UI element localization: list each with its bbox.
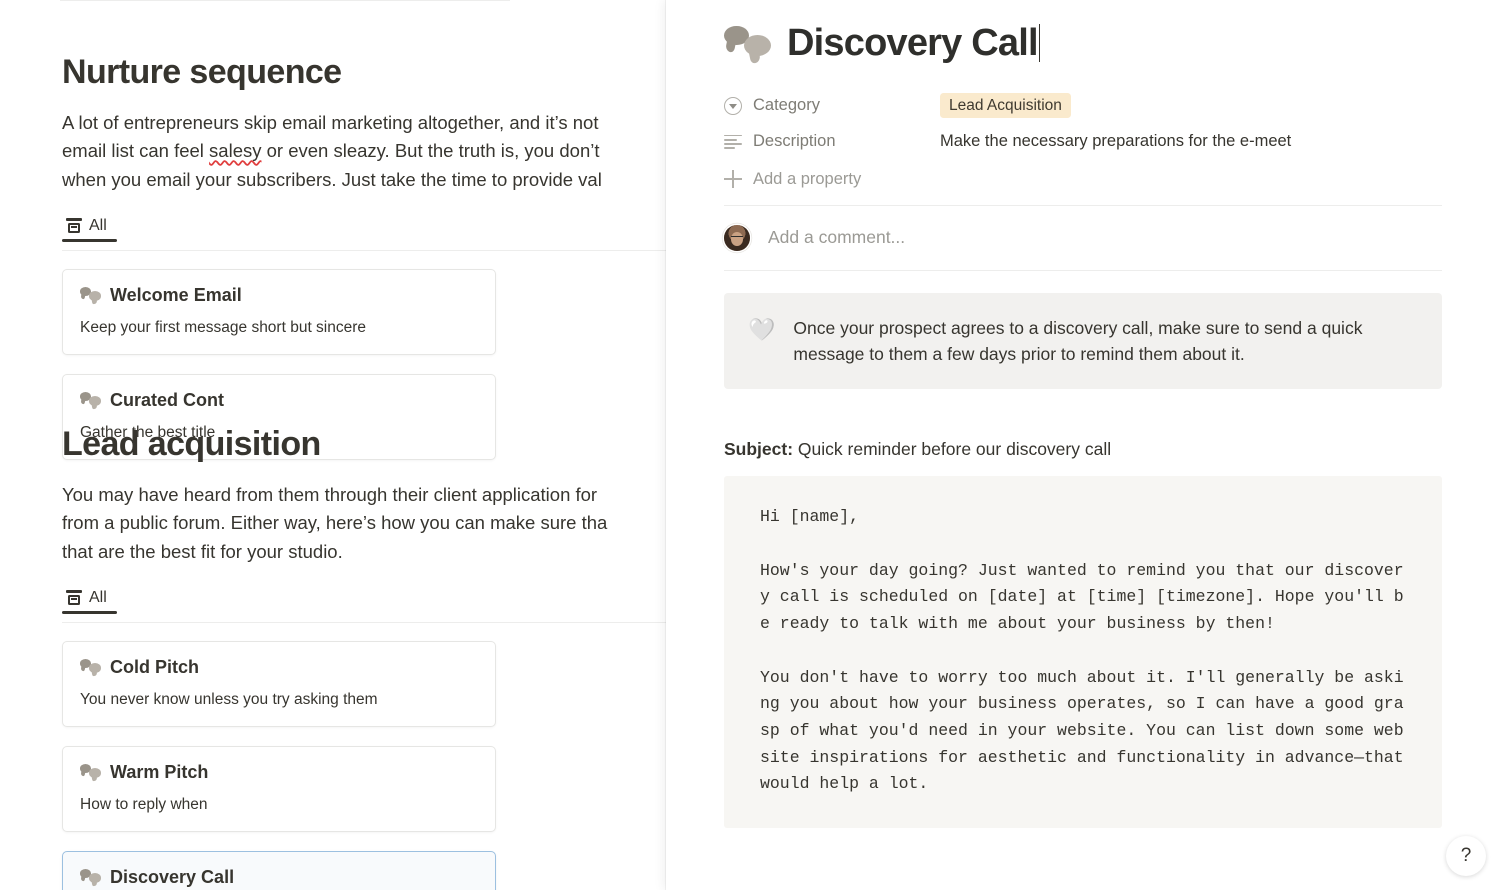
add-property-label: Add a property bbox=[753, 169, 862, 188]
speech-bubbles-icon bbox=[80, 392, 101, 408]
card-title-row: Discovery Call bbox=[80, 867, 478, 888]
page-top-divider bbox=[60, 0, 510, 1]
comment-composer[interactable]: Add a comment... bbox=[724, 206, 1442, 270]
tab-active-indicator bbox=[62, 239, 117, 242]
paragraph-line: You may have heard from them through the… bbox=[62, 483, 598, 505]
section-paragraph: You may have heard from them through the… bbox=[62, 481, 700, 567]
avatar bbox=[724, 224, 750, 251]
paragraph-line-suffix: or even sleazy. But the truth is, you do… bbox=[261, 140, 600, 162]
subject-line: Subject: Quick reminder before our disco… bbox=[724, 439, 1442, 460]
tab-all[interactable]: All bbox=[62, 589, 117, 614]
callout-block[interactable]: 🤍 Once your prospect agrees to a discove… bbox=[724, 292, 1442, 390]
white-heart-icon: 🤍 bbox=[748, 316, 776, 342]
card-title: Warm Pitch bbox=[110, 761, 209, 782]
card-title: Cold Pitch bbox=[110, 656, 199, 677]
archive-icon bbox=[66, 589, 82, 606]
panel-content: Discovery Call Category Lead Acquisition bbox=[666, 0, 1500, 829]
tab-label: All bbox=[89, 588, 107, 606]
tabbar-rule bbox=[62, 621, 666, 623]
select-icon bbox=[724, 96, 742, 115]
add-property-button[interactable]: Add a property bbox=[724, 170, 1500, 189]
list-item-discovery-call[interactable]: Discovery Call Make the necessary prepar… bbox=[62, 850, 496, 890]
card-title-row: Warm Pitch bbox=[80, 762, 478, 783]
status-badge[interactable]: Lead Acquisition bbox=[940, 93, 1071, 119]
card-title: Curated Cont bbox=[110, 389, 224, 410]
text-cursor bbox=[1038, 24, 1041, 62]
tab-active-indicator bbox=[62, 611, 117, 614]
property-row-category[interactable]: Category Lead Acquisition bbox=[724, 88, 1500, 124]
paragraph-line: that are the best fit for your studio. bbox=[62, 541, 343, 563]
background-page: Nurture sequence A lot of entrepreneurs … bbox=[0, 0, 700, 890]
callout-text: Once your prospect agrees to a discovery… bbox=[793, 317, 1363, 364]
property-list: Category Lead Acquisition Description Ma… bbox=[724, 88, 1500, 189]
property-value[interactable]: Lead Acquisition bbox=[940, 93, 1071, 119]
property-value-text[interactable]: Make the necessary preparations for the … bbox=[940, 132, 1291, 151]
list-item[interactable]: Welcome Email Keep your first message sh… bbox=[62, 268, 496, 355]
list-item[interactable]: Cold Pitch You never know unless you try… bbox=[62, 640, 496, 727]
card-title: Discovery Call bbox=[110, 866, 235, 887]
paragraph-line: A lot of entrepreneurs skip email market… bbox=[62, 111, 599, 133]
section-nurture-sequence: Nurture sequence A lot of entrepreneurs … bbox=[62, 52, 700, 460]
paragraph-line-prefix: email list can feel bbox=[62, 140, 210, 162]
card-title-row: Curated Cont bbox=[80, 390, 478, 411]
card-grid: Cold Pitch You never know unless you try… bbox=[62, 640, 700, 890]
paragraph-line: email list can feel salesy or even sleaz… bbox=[62, 137, 700, 166]
property-label: Category bbox=[724, 96, 940, 115]
paragraph-line: when you email your subscribers. Just ta… bbox=[62, 169, 602, 191]
card-title-row: Welcome Email bbox=[80, 285, 478, 306]
section-title: Nurture sequence bbox=[62, 53, 342, 91]
app-screen: Nurture sequence A lot of entrepreneurs … bbox=[0, 0, 1500, 890]
speech-bubbles-icon bbox=[80, 869, 101, 885]
help-button[interactable]: ? bbox=[1446, 836, 1486, 876]
card-subtitle: Keep your first message short but sincer… bbox=[80, 318, 367, 336]
property-label-text: Category bbox=[753, 96, 820, 115]
speech-bubbles-icon bbox=[80, 659, 101, 675]
list-item[interactable]: Warm Pitch How to reply when bbox=[62, 745, 496, 832]
paragraph-line: from a public forum. Either way, here’s … bbox=[62, 512, 608, 534]
view-tabbar: All bbox=[62, 217, 666, 251]
section-lead-acquisition: Lead acquisition You may have heard from… bbox=[62, 424, 700, 890]
speech-bubbles-icon bbox=[80, 287, 101, 303]
property-label-text: Description bbox=[753, 132, 836, 151]
page-title-row: Discovery Call bbox=[724, 22, 1500, 66]
tab-label: All bbox=[89, 216, 107, 234]
card-title: Welcome Email bbox=[110, 284, 242, 305]
section-title: Lead acquisition bbox=[62, 425, 321, 463]
card-title-row: Cold Pitch bbox=[80, 657, 478, 678]
divider bbox=[724, 269, 1442, 271]
tab-all[interactable]: All bbox=[62, 217, 117, 242]
comment-input-placeholder[interactable]: Add a comment... bbox=[768, 227, 905, 248]
misspelled-word: salesy bbox=[209, 140, 262, 162]
page-title[interactable]: Discovery Call bbox=[787, 22, 1041, 66]
property-label: Description bbox=[724, 132, 940, 151]
side-peek-panel: Discovery Call Category Lead Acquisition bbox=[666, 0, 1500, 890]
subject-label: Subject: bbox=[724, 439, 794, 460]
card-subtitle: How to reply when bbox=[80, 795, 208, 813]
archive-icon bbox=[66, 217, 82, 234]
code-block[interactable]: Hi [name], How's your day going? Just wa… bbox=[724, 476, 1442, 829]
view-tabbar: All bbox=[62, 589, 666, 623]
section-paragraph: A lot of entrepreneurs skip email market… bbox=[62, 109, 700, 195]
plus-icon bbox=[724, 170, 742, 189]
page-title-text: Discovery Call bbox=[787, 22, 1039, 64]
text-lines-icon bbox=[724, 134, 742, 149]
property-row-description[interactable]: Description Make the necessary preparati… bbox=[724, 124, 1500, 160]
speech-bubbles-icon bbox=[80, 764, 101, 780]
tabbar-rule bbox=[62, 249, 666, 251]
card-subtitle: You never know unless you try asking the… bbox=[80, 690, 378, 708]
speech-bubbles-icon[interactable] bbox=[724, 25, 771, 62]
subject-value: Quick reminder before our discovery call bbox=[797, 439, 1112, 460]
